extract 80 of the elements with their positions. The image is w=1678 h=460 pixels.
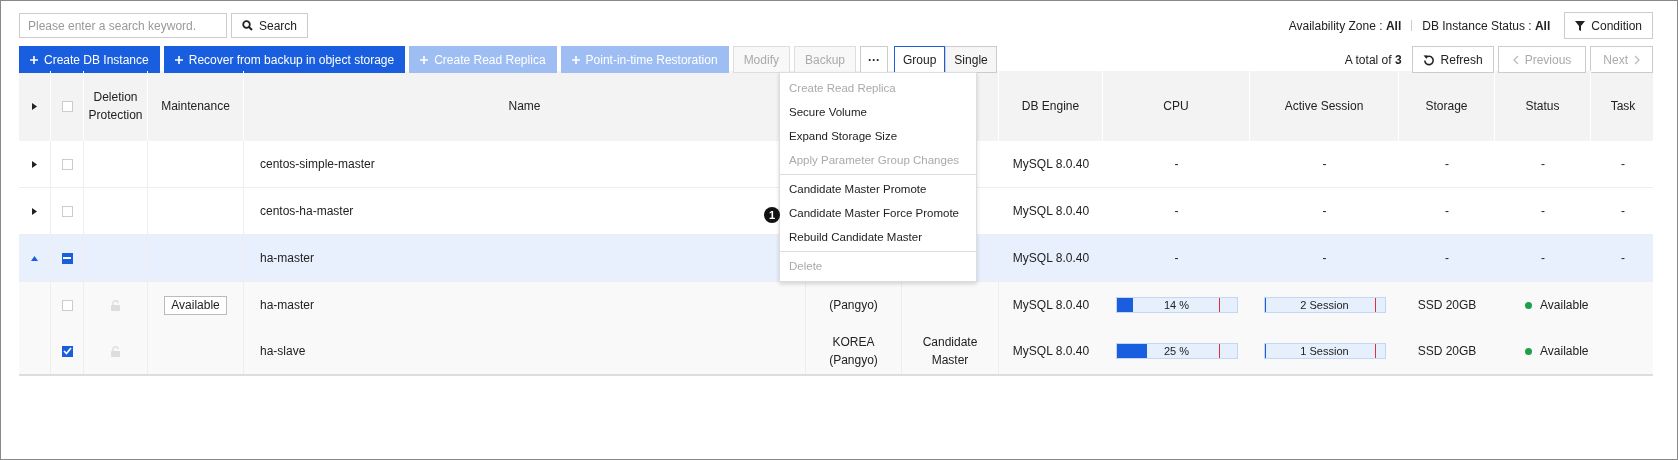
chevron-left-icon (1512, 54, 1519, 65)
search-button[interactable]: Search (231, 13, 309, 38)
table-cell-text: KOREA (Pangyo) (828, 334, 879, 369)
filter-icon (1575, 20, 1586, 31)
table-cell-text: - (1445, 250, 1449, 267)
table-cell-text: SSD 20GB (1417, 343, 1477, 360)
table-cell-text: ha-master (260, 297, 315, 314)
table-cell-text: - (1621, 203, 1625, 220)
expand-icon[interactable] (32, 102, 37, 110)
filter-label: DB Instance Status : All (1422, 18, 1551, 33)
view-tab[interactable]: Group (894, 46, 946, 73)
column-header: Task (1610, 98, 1636, 115)
table-cell-text: - (1445, 156, 1449, 173)
search-icon (242, 20, 253, 31)
status-text: Available (1540, 297, 1589, 314)
table-cell-text: - (1322, 156, 1327, 173)
plus-icon (571, 55, 580, 64)
column-header: Maintenance (161, 98, 230, 115)
table-row[interactable]: Available ha-master (Pangyo) MySQL 8.0.40 14 % 2 Session SSD 20GB Available (19, 282, 1653, 328)
table-cell-text: centos-simple-master (260, 156, 375, 173)
column-header: CPU (1163, 98, 1189, 115)
plus-icon (30, 55, 38, 64)
more-button[interactable]: ··· (860, 46, 888, 73)
column-header: Storage (1425, 98, 1468, 115)
refresh-icon (1422, 53, 1435, 66)
usage-reading: 1 Session (1300, 344, 1349, 359)
column-header: Name (508, 98, 541, 115)
column-header: Deletion Protection (88, 89, 143, 124)
table-cell-text: - (1174, 250, 1179, 267)
table-cell-text: - (1541, 250, 1545, 267)
table-cell-text: - (1174, 156, 1179, 173)
menu-item[interactable]: Secure Volume (780, 101, 976, 123)
column-header: Active Session (1284, 98, 1364, 115)
checkbox[interactable] (61, 345, 73, 357)
table-cell-text: - (1541, 203, 1545, 220)
table-cell-text: - (1174, 203, 1179, 220)
table-cell-text: MySQL 8.0.40 (1012, 250, 1090, 267)
search-field[interactable]: Please enter a search keyword. (19, 13, 227, 38)
table-cell-text: - (1621, 156, 1625, 173)
table-cell-text: ha-slave (260, 343, 306, 360)
action-button[interactable]: Create DB Instance (19, 46, 160, 73)
table-cell-text: - (1445, 203, 1449, 220)
usage-reading: 25 % (1163, 344, 1190, 359)
table-cell-text: - (1541, 156, 1545, 173)
total-count: A total of 3 (1344, 52, 1402, 67)
plus-icon (420, 55, 429, 64)
expand-icon[interactable] (32, 160, 37, 168)
table-cell-text: ha-master (260, 250, 315, 267)
table-cell-text: - (1322, 250, 1327, 267)
table-cell-text: (Pangyo) (828, 297, 879, 314)
usage-reading: 14 % (1163, 298, 1190, 313)
table-cell-text: MySQL 8.0.40 (1012, 297, 1090, 314)
table-cell-text: MySQL 8.0.40 (1012, 203, 1090, 220)
plus-icon (174, 55, 183, 64)
column-header: DB Engine (1021, 98, 1080, 115)
menu-item[interactable]: Candidate Master Force Promote (780, 202, 976, 224)
collapse-icon[interactable] (31, 255, 38, 261)
table-row[interactable]: ha-slave KOREA (Pangyo) Candidate Master MySQL 8.0.40 25 % 1 Session SSD 20GB Available (19, 328, 1653, 374)
refresh-button[interactable]: Refresh (1411, 46, 1494, 73)
check-icon (62, 347, 72, 355)
dash-icon (63, 257, 71, 259)
checkbox[interactable] (61, 252, 73, 264)
filter-label: Availability Zone : All (1288, 18, 1402, 33)
view-tab[interactable]: Single (945, 46, 997, 73)
action-button[interactable]: Recover from backup in object storage (163, 46, 406, 73)
status-text: Available (1540, 343, 1589, 360)
table-cell-text: centos-ha-master (260, 203, 354, 220)
table-cell-text: - (1322, 203, 1327, 220)
usage-reading: 2 Session (1300, 298, 1349, 313)
table-cell-text: Candidate Master (921, 334, 979, 369)
step-badge: 1 (764, 207, 780, 223)
table-cell-text: SSD 20GB (1417, 297, 1477, 314)
maintenance-tag: Available (164, 295, 227, 315)
condition-button[interactable]: Condition (1564, 12, 1653, 39)
table-cell-text: MySQL 8.0.40 (1012, 343, 1090, 360)
column-header: Status (1525, 98, 1560, 115)
expand-icon[interactable] (32, 207, 37, 215)
table-cell-text: MySQL 8.0.40 (1012, 156, 1090, 173)
chevron-right-icon (1634, 54, 1640, 65)
table-cell-text: - (1621, 250, 1625, 267)
